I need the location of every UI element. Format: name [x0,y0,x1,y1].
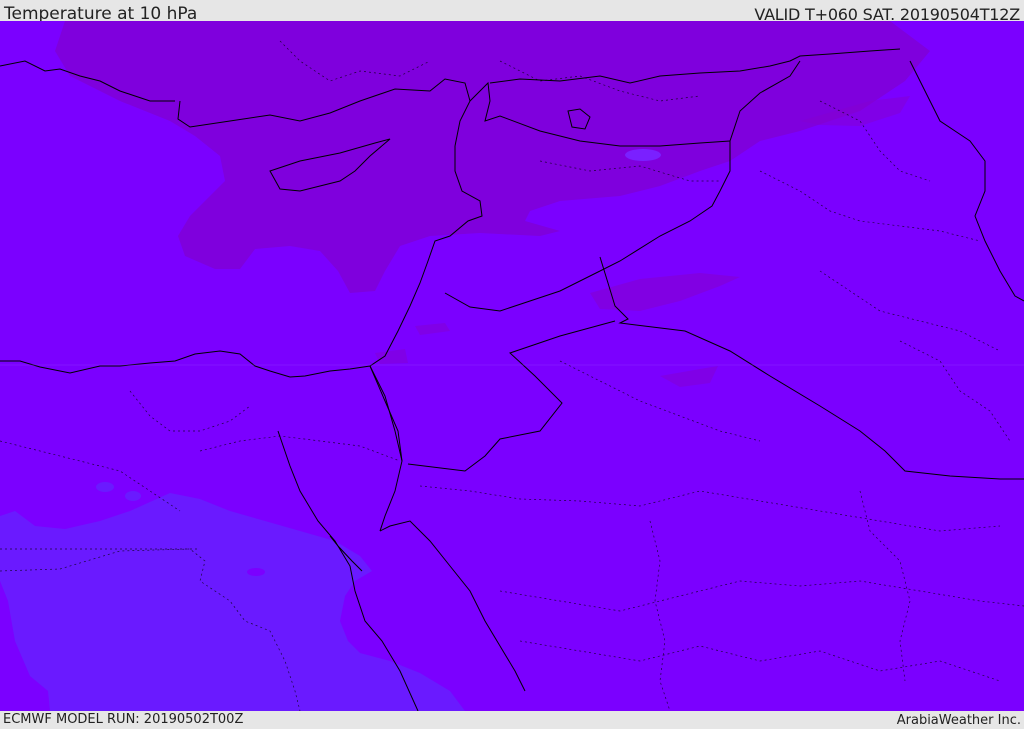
cool-spot-syria [625,149,661,161]
cool-spot-libya [96,482,114,492]
model-run-label: ECMWF MODEL RUN: 20190502T00Z [3,712,244,727]
map-viewer: Temperature at 10 hPa VALID T+060 SAT. 2… [0,0,1024,729]
warm-spot-sudan [247,568,265,576]
header-bar: Temperature at 10 hPa VALID T+060 SAT. 2… [0,0,1024,24]
temperature-map [0,21,1024,711]
footer-bar: ECMWF MODEL RUN: 20190502T00Z ArabiaWeat… [0,711,1024,729]
cool-spot-egypt [125,491,141,501]
map-canvas[interactable] [0,21,1024,711]
credit-label: ArabiaWeather Inc. [896,713,1021,728]
